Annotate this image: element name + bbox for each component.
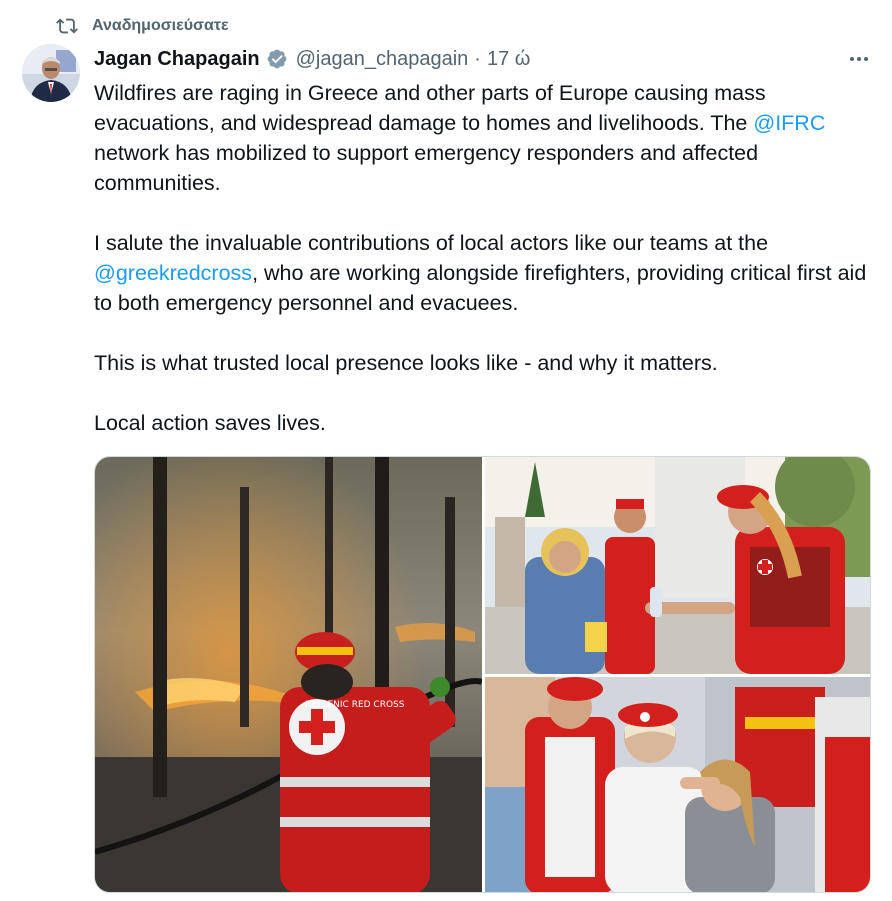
avatar[interactable] (22, 44, 80, 102)
timestamp[interactable]: 17 ώ (487, 48, 530, 71)
repost-label: Αναδημοσιεύσατε (92, 17, 229, 34)
vest-text: HELLENIC RED CROSS (305, 700, 405, 710)
volunteers-distributing-water-photo[interactable] (485, 457, 870, 674)
paragraph-2: I salute the invaluable contributions of… (94, 228, 884, 318)
verified-badge-icon[interactable] (266, 48, 288, 70)
mention-ifrc[interactable]: @IFRC (753, 111, 825, 135)
media-grid: HELLENIC RED CROSS (94, 456, 871, 893)
mention-greekredcross[interactable]: @greekredcross (94, 261, 252, 285)
text-run: Wildfires are raging in Greece and other… (94, 81, 766, 135)
separator-dot: · (474, 47, 481, 70)
paragraph-4: Local action saves lives. (94, 411, 326, 435)
tweet-text: Wildfires are raging in Greece and other… (94, 78, 884, 438)
author-handle[interactable]: @jagan_chapagain (296, 48, 469, 71)
text-run: I salute the invaluable contributions of… (94, 231, 769, 255)
paragraph-3: This is what trusted local presence look… (94, 351, 718, 375)
paragraph-1: Wildfires are raging in Greece and other… (94, 78, 884, 198)
author-name[interactable]: Jagan Chapagain (94, 48, 260, 71)
repost-indicator[interactable]: Αναδημοσιεύσατε (56, 14, 229, 38)
first-aid-photo[interactable] (485, 677, 870, 892)
firefighter-photo[interactable]: HELLENIC RED CROSS (95, 457, 482, 892)
tweet-header: Jagan Chapagain @jagan_chapagain · 17 ώ (94, 44, 874, 74)
repost-icon (56, 18, 78, 34)
text-run: network has mobilized to support emergen… (94, 141, 759, 195)
more-options-icon[interactable] (844, 46, 874, 72)
